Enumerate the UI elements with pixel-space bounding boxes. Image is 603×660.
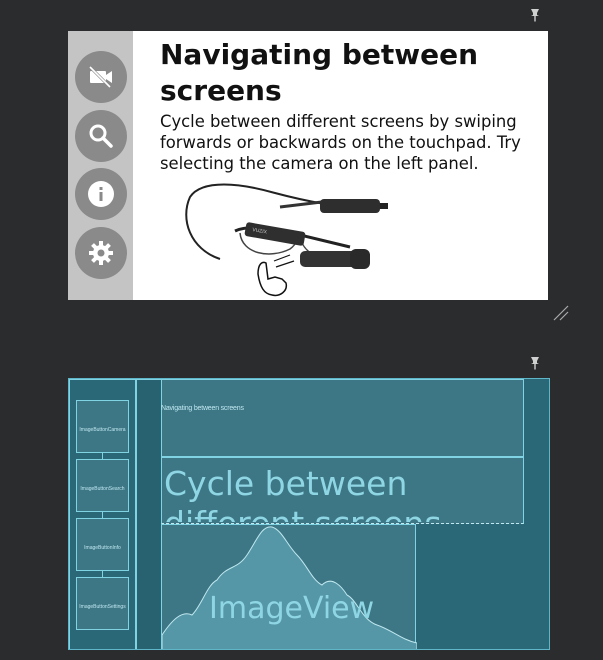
pin-icon[interactable]: [529, 356, 541, 370]
search-icon: [89, 124, 113, 148]
bp-body-text-overflow: different screens: [164, 504, 442, 522]
bp-title-text: Navigating between screens: [161, 405, 244, 412]
blueprint-view[interactable]: ImageButtonCamera ImageButtonSearch Imag…: [68, 378, 550, 650]
info-button[interactable]: [75, 168, 127, 220]
bp-camera-button[interactable]: ImageButtonCamera: [76, 400, 129, 453]
resize-handle-icon[interactable]: [552, 304, 570, 322]
bp-search-button[interactable]: ImageButtonSearch: [76, 459, 129, 512]
bp-title-textview[interactable]: [161, 379, 524, 457]
bp-info-button[interactable]: ImageButtonInfo: [76, 518, 129, 571]
bp-chain: [102, 512, 103, 518]
bp-chain: [102, 453, 103, 459]
camera-button[interactable]: [75, 51, 127, 103]
smart-glasses-image: VUZIX: [185, 183, 388, 297]
mountain-placeholder-icon: [162, 526, 417, 649]
page-title: Navigating between screens: [160, 38, 479, 107]
bp-chain: [102, 571, 103, 577]
settings-button[interactable]: [75, 227, 127, 279]
gear-icon: [89, 241, 113, 265]
info-icon: [88, 181, 114, 207]
bp-gutter: [136, 379, 162, 649]
bp-settings-button[interactable]: ImageButtonSettings: [76, 577, 129, 630]
bp-imageview[interactable]: [161, 524, 417, 649]
camera-off-icon: [88, 65, 112, 89]
bp-imageview-label: ImageView: [209, 591, 375, 626]
bp-body-text: Cycle between: [164, 464, 408, 503]
pin-icon[interactable]: [529, 8, 541, 22]
design-preview[interactable]: Navigating between screens Cycle between…: [68, 31, 548, 300]
left-panel: [68, 31, 133, 300]
body-text: Cycle between different screens by swipi…: [160, 112, 521, 173]
search-button[interactable]: [75, 110, 127, 162]
